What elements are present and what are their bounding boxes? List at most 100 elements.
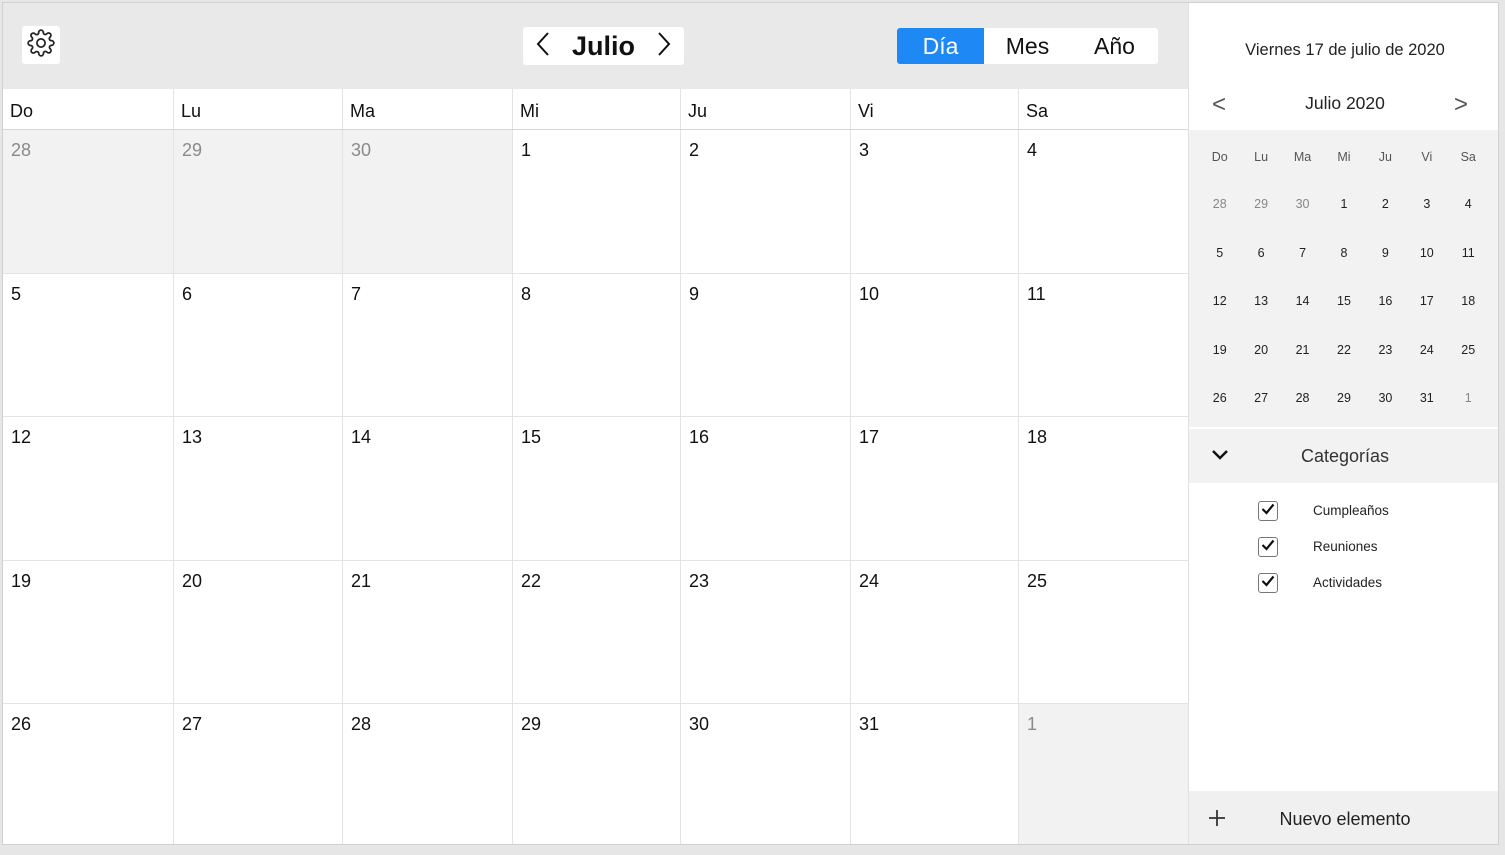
mini-day[interactable]: 29 — [1240, 197, 1281, 246]
mini-day[interactable]: 8 — [1323, 246, 1364, 295]
mini-day[interactable]: 21 — [1282, 343, 1323, 392]
day-number: 17 — [859, 427, 880, 448]
day-cell[interactable]: 28 — [3, 130, 173, 274]
category-label: Cumpleaños — [1313, 503, 1389, 518]
mini-day[interactable]: 12 — [1199, 294, 1240, 343]
day-cell[interactable]: 16 — [680, 417, 850, 560]
tab-year[interactable]: Año — [1071, 28, 1158, 64]
view-switcher: Día Mes Año — [897, 28, 1158, 64]
categories-title: Categorías — [1300, 446, 1390, 466]
day-cell[interactable]: 7 — [342, 274, 512, 417]
category-birthdays[interactable]: Cumpleaños — [1189, 498, 1498, 534]
mini-day[interactable]: 24 — [1406, 343, 1447, 392]
mini-day[interactable]: 7 — [1282, 246, 1323, 295]
prev-month-button[interactable] — [529, 30, 557, 62]
mini-week-row: 5 6 7 8 9 10 11 — [1199, 246, 1489, 295]
day-cell[interactable]: 14 — [342, 417, 512, 560]
day-cell[interactable]: 29 — [173, 130, 342, 274]
day-cell[interactable]: 18 — [1018, 417, 1188, 560]
gear-icon — [27, 28, 55, 62]
mini-calendar-days: 28 29 30 1 2 3 4 5 6 7 8 9 10 11 12 13 14 15 16 17 18 19 20 21 2… — [1199, 197, 1489, 440]
day-cell[interactable]: 15 — [512, 417, 680, 560]
day-cell[interactable]: 30 — [680, 703, 850, 844]
day-cell[interactable]: 1 — [1018, 703, 1188, 844]
day-cell[interactable]: 17 — [850, 417, 1018, 560]
mini-day[interactable]: 25 — [1448, 343, 1489, 392]
day-cell[interactable]: 29 — [512, 703, 680, 844]
mini-day[interactable]: 30 — [1282, 197, 1323, 246]
day-cell[interactable]: 28 — [342, 703, 512, 844]
weekday-label: Ma — [342, 89, 512, 129]
day-cell[interactable]: 24 — [850, 560, 1018, 703]
mini-day[interactable]: 14 — [1282, 294, 1323, 343]
mini-day[interactable]: 10 — [1406, 246, 1447, 295]
day-cell[interactable]: 30 — [342, 130, 512, 274]
mini-day[interactable]: 11 — [1448, 246, 1489, 295]
month-navigator: Julio — [523, 27, 684, 65]
activities-checkbox[interactable] — [1258, 573, 1278, 593]
day-cell[interactable]: 27 — [173, 703, 342, 844]
mini-day[interactable]: 2 — [1365, 197, 1406, 246]
mini-day[interactable]: 6 — [1240, 246, 1281, 295]
day-number: 5 — [11, 284, 22, 305]
day-cell[interactable]: 9 — [680, 274, 850, 417]
mini-prev-month-button[interactable]: < — [1204, 91, 1234, 119]
mini-day[interactable]: 3 — [1406, 197, 1447, 246]
category-activities[interactable]: Actividades — [1189, 570, 1498, 606]
mini-day[interactable]: 1 — [1323, 197, 1364, 246]
day-cell[interactable]: 12 — [3, 417, 173, 560]
category-meetings[interactable]: Reuniones — [1189, 534, 1498, 570]
day-cell[interactable]: 1 — [512, 130, 680, 274]
day-number: 23 — [689, 570, 710, 591]
day-cell[interactable]: 8 — [512, 274, 680, 417]
day-cell[interactable]: 19 — [3, 560, 173, 703]
day-cell[interactable]: 2 — [680, 130, 850, 274]
categories-header[interactable]: Categorías — [1189, 429, 1498, 483]
mini-day[interactable]: 20 — [1240, 343, 1281, 392]
day-cell[interactable]: 20 — [173, 560, 342, 703]
day-cell[interactable]: 21 — [342, 560, 512, 703]
mini-day[interactable]: 15 — [1323, 294, 1364, 343]
tab-day[interactable]: Día — [897, 28, 984, 64]
category-label: Actividades — [1313, 575, 1383, 590]
meetings-checkbox[interactable] — [1258, 537, 1278, 557]
next-month-button[interactable] — [650, 30, 678, 62]
mini-day[interactable]: 17 — [1406, 294, 1447, 343]
day-cell[interactable]: 31 — [850, 703, 1018, 844]
day-cell[interactable]: 3 — [850, 130, 1018, 274]
day-cell[interactable]: 25 — [1018, 560, 1188, 703]
day-number: 31 — [859, 713, 880, 734]
mini-day[interactable]: 22 — [1323, 343, 1364, 392]
tab-month[interactable]: Mes — [984, 28, 1071, 64]
day-number: 11 — [1027, 284, 1046, 305]
mini-day[interactable]: 9 — [1365, 246, 1406, 295]
birthdays-checkbox[interactable] — [1258, 501, 1278, 521]
day-cell[interactable]: 11 — [1018, 274, 1188, 417]
mini-day[interactable]: 4 — [1448, 197, 1489, 246]
day-cell[interactable]: 26 — [3, 703, 173, 844]
mini-day[interactable]: 19 — [1199, 343, 1240, 392]
day-cell[interactable]: 5 — [3, 274, 173, 417]
weekday-label: Ju — [680, 89, 850, 129]
mini-day[interactable]: 13 — [1240, 294, 1281, 343]
day-number: 27 — [182, 713, 203, 734]
day-number: 21 — [351, 570, 372, 591]
mini-day[interactable]: 16 — [1365, 294, 1406, 343]
day-cell[interactable]: 4 — [1018, 130, 1188, 274]
mini-day[interactable]: 28 — [1199, 197, 1240, 246]
day-cell[interactable]: 22 — [512, 560, 680, 703]
new-item-button[interactable]: Nuevo elemento — [1189, 791, 1498, 844]
mini-day[interactable]: 18 — [1448, 294, 1489, 343]
settings-button[interactable] — [22, 26, 60, 64]
day-number: 28 — [351, 713, 372, 734]
day-cell[interactable]: 23 — [680, 560, 850, 703]
mini-next-month-button[interactable]: > — [1446, 91, 1476, 119]
day-cell[interactable]: 13 — [173, 417, 342, 560]
mini-day[interactable]: 5 — [1199, 246, 1240, 295]
weekday-label: Mi — [512, 89, 680, 129]
day-cell[interactable]: 10 — [850, 274, 1018, 417]
mini-calendar-title: Julio 2020 — [1305, 93, 1385, 113]
day-cell[interactable]: 6 — [173, 274, 342, 417]
mini-day[interactable]: 23 — [1365, 343, 1406, 392]
week-row: 28 29 30 1 2 3 4 — [3, 130, 1188, 274]
